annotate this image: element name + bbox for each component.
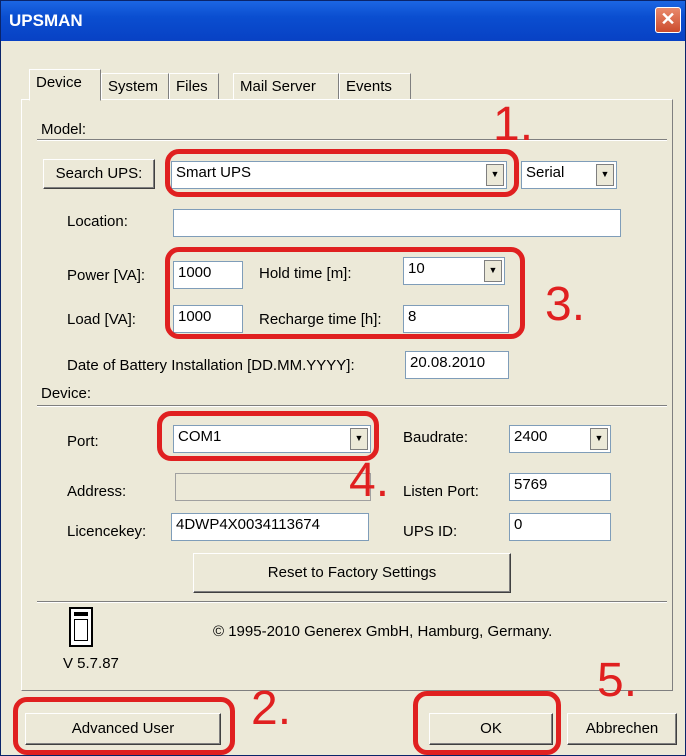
copyright-text: © 1995-2010 Generex GmbH, Hamburg, Germa… [213,623,553,640]
tab-system[interactable]: System [101,73,169,99]
baudrate-value: 2400 [514,428,548,445]
tab-mail-server[interactable]: Mail Server [233,73,339,99]
address-field [175,473,371,501]
window-title: UPSMAN [9,11,83,30]
annotation-box-3 [165,247,525,339]
reset-factory-button[interactable]: Reset to Factory Settings [193,553,511,593]
battery-date-label: Date of Battery Installation [DD.MM.YYYY… [67,357,355,374]
annotation-box-1 [165,149,519,197]
title-bar: UPSMAN ✕ [1,1,685,41]
ups-device-icon [69,607,93,647]
tab-events[interactable]: Events [339,73,411,99]
device-group-label: Device: [41,385,92,402]
chevron-down-icon[interactable]: ▼ [590,428,608,450]
annotation-number-1: 1. [493,98,534,151]
ups-id-field[interactable]: 0 [509,513,611,541]
tab-files[interactable]: Files [169,73,219,99]
annotation-number-4: 4. [349,454,390,507]
connection-value: Serial [526,164,565,181]
listen-port-field[interactable]: 5769 [509,473,611,501]
annotation-number-2: 2. [251,682,292,735]
search-ups-button[interactable]: Search UPS: [43,159,155,189]
ups-id-label: UPS ID: [403,523,458,540]
battery-date-field[interactable]: 20.08.2010 [405,351,509,379]
model-group-label: Model: [41,121,87,138]
chevron-down-icon[interactable]: ▼ [596,164,614,186]
annotation-box-2 [13,697,235,755]
version-text: V 5.7.87 [63,655,119,672]
address-label: Address: [67,483,127,500]
annotation-box-4 [157,411,379,461]
device-separator [37,405,667,407]
location-field[interactable] [173,209,621,237]
location-label: Location: [67,213,128,230]
port-label: Port: [67,433,99,450]
upsman-window: UPSMAN ✕ Device System Files Mail Server… [0,0,686,756]
baudrate-label: Baudrate: [403,429,469,446]
annotation-number-5: 5. [597,654,638,707]
connection-select[interactable]: Serial ▼ [521,161,617,189]
listen-port-label: Listen Port: [403,483,479,500]
tab-device[interactable]: Device [29,69,101,101]
power-label: Power [VA]: [67,267,146,284]
cancel-button[interactable]: Abbrechen [567,713,677,745]
annotation-number-3: 3. [545,278,586,331]
footer-separator [37,601,667,603]
baudrate-select[interactable]: 2400 ▼ [509,425,611,453]
licence-key-field[interactable]: 4DWP4X0034113674 [171,513,369,541]
model-separator [37,139,667,141]
close-icon[interactable]: ✕ [655,7,681,33]
annotation-box-5 [413,691,561,755]
load-label: Load [VA]: [67,311,136,328]
licence-key-label: Licencekey: [67,523,147,540]
